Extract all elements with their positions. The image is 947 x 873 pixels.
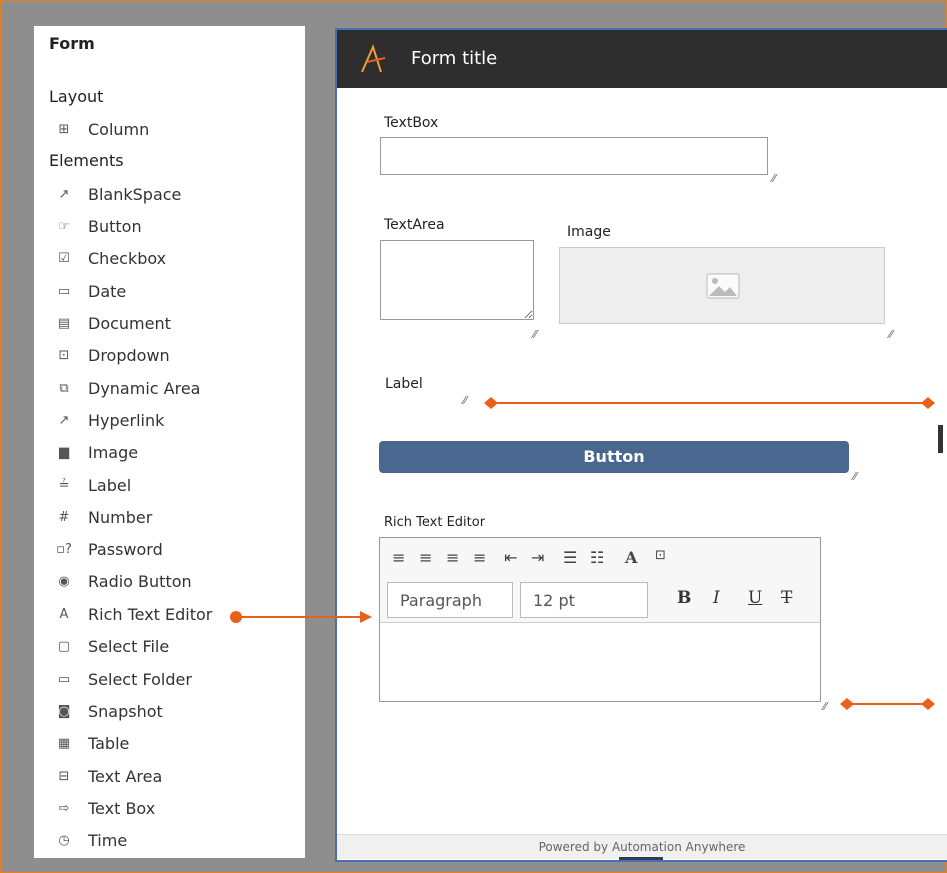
annotation-overlay bbox=[230, 397, 935, 710]
annotation-arrowhead bbox=[360, 611, 372, 623]
annotation-diamond bbox=[921, 397, 935, 409]
annotation-diamond bbox=[921, 698, 935, 710]
